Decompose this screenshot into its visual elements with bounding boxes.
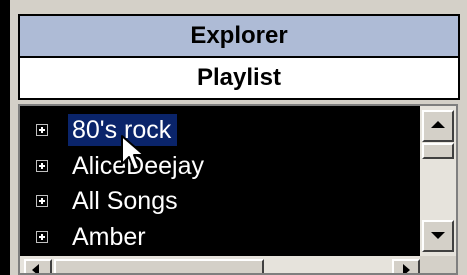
tab-explorer-label: Explorer — [190, 22, 288, 49]
playlist-tree[interactable]: 80's rock AliceDeejay All Songs Amber — [18, 104, 458, 275]
tab-playlist-label: Playlist — [196, 64, 282, 91]
scroll-down-button[interactable] — [422, 220, 454, 252]
horizontal-scrollbar[interactable] — [20, 256, 420, 273]
tree-item-label: All Songs — [72, 187, 178, 215]
tree-item-amber[interactable]: Amber — [20, 219, 416, 255]
tab-explorer[interactable]: Explorer — [18, 14, 460, 58]
scroll-left-button[interactable] — [24, 259, 52, 273]
scrollbar-corner — [420, 256, 456, 273]
window-frame: Explorer Playlist 80's rock AliceDeejay … — [0, 0, 467, 275]
window-left-border — [0, 0, 10, 275]
tab-playlist[interactable]: Playlist — [18, 58, 460, 100]
horizontal-scroll-thumb[interactable] — [54, 259, 264, 273]
vertical-scroll-thumb[interactable] — [422, 143, 454, 159]
tree-item-all-songs[interactable]: All Songs — [20, 183, 416, 219]
plus-box-icon[interactable] — [36, 160, 48, 172]
tree-item-label: Amber — [72, 223, 146, 251]
scroll-right-button[interactable] — [392, 259, 420, 273]
arrow-right-icon — [403, 264, 410, 273]
arrow-left-icon — [32, 264, 39, 273]
window-left-bevel — [10, 0, 18, 275]
scroll-up-button[interactable] — [422, 110, 454, 142]
plus-box-icon[interactable] — [36, 231, 48, 243]
vertical-scrollbar[interactable] — [420, 106, 456, 256]
tree-item-alicedeejay[interactable]: AliceDeejay — [20, 148, 416, 184]
arrow-up-icon — [431, 121, 445, 128]
arrow-down-icon — [431, 232, 445, 239]
mouse-pointer-icon — [121, 135, 145, 171]
plus-box-icon[interactable] — [36, 124, 48, 136]
plus-box-icon[interactable] — [36, 195, 48, 207]
tree-list: 80's rock AliceDeejay All Songs Amber — [20, 106, 416, 256]
tree-item-80s-rock[interactable]: 80's rock — [20, 112, 416, 148]
